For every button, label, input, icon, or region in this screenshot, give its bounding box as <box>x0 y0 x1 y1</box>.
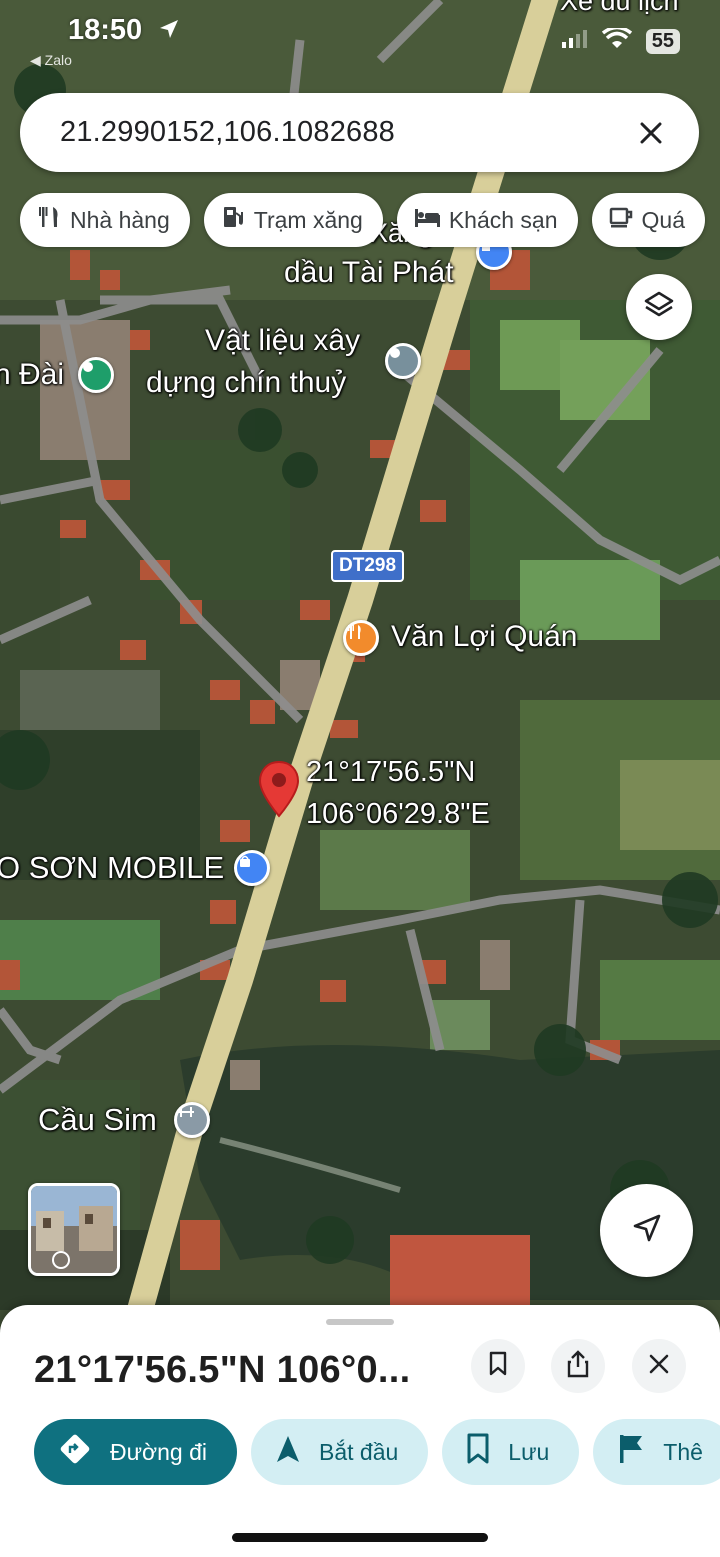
action-buttons: Đường đi Bắt đầu Lưu Thê <box>34 1419 720 1485</box>
layers-icon <box>643 289 675 326</box>
wifi-icon <box>601 25 632 55</box>
road-shield-dt298: DT298 <box>331 550 405 582</box>
close-sheet-button[interactable] <box>632 1339 686 1393</box>
map-label-vat-lieu-line1[interactable]: Vật liệu xây <box>205 324 360 359</box>
directions-icon <box>58 1432 92 1472</box>
map-label-van-loi-quan[interactable]: Văn Lợi Quán <box>391 620 577 655</box>
add-label-text: Thê <box>663 1438 703 1465</box>
park-pin-icon[interactable] <box>78 357 114 393</box>
flag-icon <box>617 1433 645 1471</box>
cafe-icon <box>608 204 634 236</box>
my-location-button[interactable] <box>600 1184 693 1277</box>
save-button[interactable]: Lưu <box>442 1419 580 1485</box>
chip-restaurants[interactable]: Nhà hàng <box>20 193 190 247</box>
back-to-app-link[interactable]: ◀ Zalo <box>30 52 72 69</box>
chip-label: Nhà hàng <box>70 206 170 233</box>
chip-gas-stations[interactable]: Trạm xăng <box>203 193 383 247</box>
add-label-button[interactable]: Thê <box>593 1419 720 1485</box>
bridge-pin-icon[interactable] <box>174 1102 210 1138</box>
signal-icon <box>561 30 588 53</box>
bookmark-icon <box>488 1351 508 1382</box>
layers-button[interactable] <box>626 274 692 340</box>
map-label-vat-lieu-line2[interactable]: dựng chín thuỷ <box>146 366 346 401</box>
street-view-image <box>31 1186 117 1273</box>
search-query[interactable]: 21.2990152,106.1082688 <box>60 116 633 149</box>
street-view-thumbnail[interactable] <box>28 1183 120 1276</box>
start-button[interactable]: Bắt đầu <box>251 1419 429 1485</box>
map-label-tai-phat[interactable]: dầu Tài Phát <box>284 256 454 291</box>
place-title: 21°17'56.5"N 106°0... <box>34 1349 411 1391</box>
gas-station-icon <box>220 204 246 236</box>
status-time: 18:50 <box>68 14 143 46</box>
sheet-drag-handle[interactable] <box>326 1319 394 1325</box>
location-arrow-icon <box>158 18 180 45</box>
place-pin-icon[interactable] <box>385 343 421 379</box>
map-label-coord-lat: 21°17'56.5"N <box>306 756 476 788</box>
chip-label: Quá <box>641 206 686 233</box>
home-indicator[interactable] <box>232 1533 488 1542</box>
save-icon-button[interactable] <box>471 1339 525 1393</box>
navigation-arrow-icon <box>630 1211 664 1250</box>
chip-cafes[interactable]: Quá <box>591 193 706 247</box>
chip-label: Khách sạn <box>448 206 558 233</box>
place-bottom-sheet[interactable]: 21°17'56.5"N 106°0... Đường đi Bắt đầu L… <box>0 1305 720 1557</box>
restaurant-pin-icon[interactable] <box>343 620 379 656</box>
map-label-dai[interactable]: n Đài <box>0 358 64 393</box>
save-label: Lưu <box>508 1438 550 1465</box>
share-button[interactable] <box>551 1339 605 1393</box>
map-label-top-partial: Xe du lịch <box>560 0 679 16</box>
category-chips: Nhà hàng Trạm xăng Khách sạn Quá <box>20 193 706 247</box>
chip-hotels[interactable]: Khách sạn <box>396 193 578 247</box>
hotel-icon <box>413 205 441 235</box>
bookmark-icon <box>466 1433 490 1471</box>
navigation-icon <box>275 1434 301 1470</box>
map-label-son-mobile[interactable]: O SƠN MOBILE <box>0 850 224 886</box>
search-bar[interactable]: 21.2990152,106.1082688 <box>20 93 699 172</box>
shopping-pin-icon[interactable] <box>234 850 270 886</box>
share-icon <box>566 1349 590 1383</box>
status-indicators: 55 <box>561 25 680 55</box>
start-label: Bắt đầu <box>319 1438 399 1465</box>
directions-button[interactable]: Đường đi <box>34 1419 237 1485</box>
chip-label: Trạm xăng <box>253 206 363 233</box>
battery-level: 55 <box>645 29 680 54</box>
map-label-coord-lng: 106°06'29.8"E <box>306 798 490 830</box>
restaurant-icon <box>36 204 62 236</box>
clear-search-icon[interactable] <box>633 115 669 151</box>
map-label-cau-sim[interactable]: Cầu Sim <box>38 1102 157 1138</box>
directions-label: Đường đi <box>110 1438 207 1465</box>
close-icon <box>649 1354 669 1379</box>
